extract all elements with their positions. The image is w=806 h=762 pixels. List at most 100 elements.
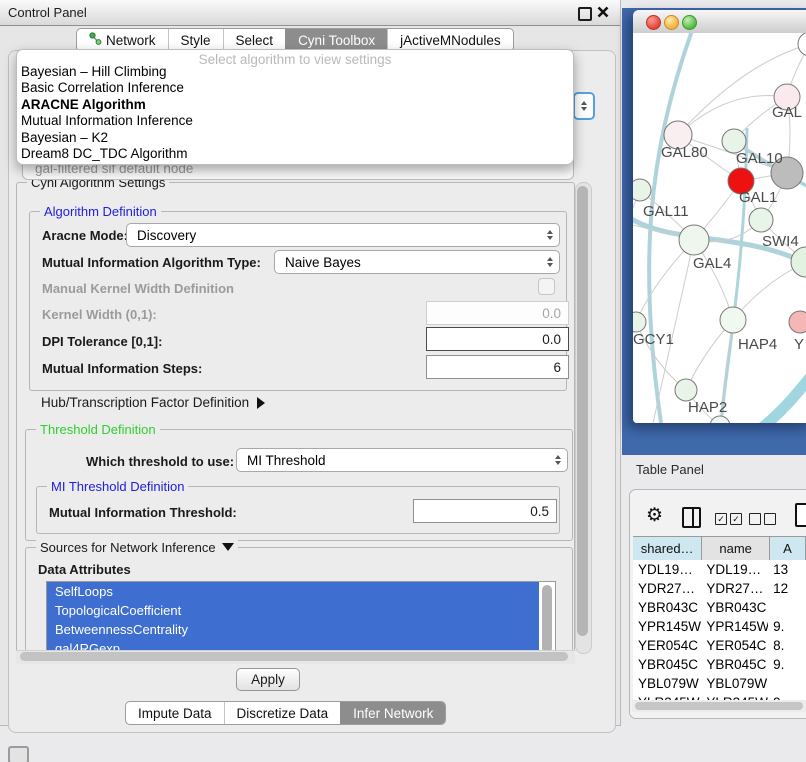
- sources-toggle[interactable]: Sources for Network Inference: [36, 540, 238, 555]
- table-cell: YDR27…: [633, 579, 701, 598]
- settings-vertical-scrollbar-thumb[interactable]: [577, 186, 588, 636]
- network-node-swi4[interactable]: [749, 208, 773, 232]
- data-attributes-label: Data Attributes: [38, 562, 131, 577]
- table-row[interactable]: YBR045CYBR045C9.: [633, 655, 806, 674]
- dpi-tolerance-label: DPI Tolerance [0,1]:: [42, 334, 162, 349]
- which-threshold-combobox[interactable]: MI Threshold: [236, 448, 568, 472]
- column-header[interactable]: shared…: [633, 537, 702, 560]
- network-node[interactable]: [798, 33, 806, 56]
- table-cell: YBR043C: [701, 598, 768, 617]
- sources-group: Sources for Network Inference Data Attri…: [25, 547, 573, 652]
- attributes-scrollbar[interactable]: [542, 585, 552, 653]
- table-cell: 12: [768, 579, 806, 598]
- node-label: GAL80: [661, 144, 708, 161]
- table-horizontal-scrollbar-thumb[interactable]: [635, 702, 803, 710]
- table-row[interactable]: YDL19…YDL19…13: [633, 560, 806, 579]
- table-panel-title: Table Panel: [636, 462, 704, 477]
- manual-kernel-checkbox[interactable]: [538, 278, 555, 295]
- aracne-mode-combobox[interactable]: Discovery: [126, 223, 560, 247]
- aracne-mode-value: Discovery: [127, 228, 541, 243]
- node-label: GAL10: [736, 150, 783, 167]
- attribute-list-item[interactable]: BetweennessCentrality: [47, 620, 539, 639]
- node-label: SWI4: [762, 233, 799, 250]
- mi-threshold-title: MI Threshold Definition: [47, 479, 188, 494]
- tab-impute-data[interactable]: Impute Data: [126, 702, 224, 724]
- attribute-list-item[interactable]: SelfLoops: [47, 582, 539, 601]
- mi-type-value: Naive Bayes: [275, 255, 541, 270]
- algorithm-option[interactable]: Mutual Information Inference: [21, 113, 569, 129]
- collapsed-arrow-icon: [257, 397, 265, 409]
- tab-label: Cyni Toolbox: [298, 33, 375, 48]
- network-node-gal11[interactable]: [633, 179, 651, 201]
- panel-title: Control Panel: [8, 5, 87, 20]
- tab-cyni-toolbox[interactable]: Cyni Toolbox: [285, 29, 387, 51]
- tab-discretize-data[interactable]: Discretize Data: [224, 702, 341, 724]
- attribute-list-item[interactable]: TopologicalCoefficient: [47, 601, 539, 620]
- network-node-gal4[interactable]: [679, 225, 709, 255]
- select-all-checkboxes-icon[interactable]: ✓✓: [715, 513, 742, 525]
- column-header[interactable]: name: [702, 537, 770, 560]
- hub-section-label: Hub/Transcription Factor Definition: [41, 395, 249, 410]
- tab-select[interactable]: Select: [223, 29, 286, 51]
- table-row[interactable]: YER054CYER054C8.: [633, 636, 806, 655]
- tab-network[interactable]: Network: [77, 29, 168, 51]
- minimized-panel-grip[interactable]: [8, 746, 29, 762]
- settings-horizontal-scrollbar-thumb[interactable]: [20, 652, 568, 661]
- node-label: GAL: [772, 104, 802, 121]
- table-cell: 13: [768, 560, 806, 579]
- dpi-tolerance-field[interactable]: 0.0: [426, 327, 569, 351]
- columns-icon[interactable]: [682, 507, 701, 528]
- table-row[interactable]: YBR043CYBR043C: [633, 598, 806, 617]
- network-node-hap4[interactable]: [720, 307, 746, 333]
- table-cell: YDL19…: [701, 560, 768, 579]
- tab-label: Network: [106, 33, 156, 48]
- table-row[interactable]: YLR345WYLR345W9.: [633, 693, 806, 700]
- deselect-all-checkboxes-icon[interactable]: [749, 513, 776, 525]
- control-panel-titlebar[interactable]: Control Panel: [0, 0, 620, 26]
- algorithm-option[interactable]: Bayesian – Hill Climbing: [21, 64, 569, 80]
- algorithm-option[interactable]: Bayesian – K2: [21, 130, 569, 146]
- network-window-titlebar[interactable]: [633, 10, 806, 34]
- table-cell: YBR045C: [701, 655, 768, 674]
- network-canvas[interactable]: GALGAL80GAL10GAL1GAL11SWI4GAL4GCY1HAP4YH…: [633, 33, 806, 423]
- tab-jactivemnodules[interactable]: jActiveMNodules: [387, 29, 513, 51]
- algorithm-option[interactable]: Basic Correlation Inference: [21, 80, 569, 96]
- algorithm-definition-title: Algorithm Definition: [40, 204, 161, 219]
- algorithm-option[interactable]: Dream8 DC_TDC Algorithm: [21, 146, 569, 162]
- tab-infer-network[interactable]: Infer Network: [340, 702, 445, 724]
- gear-icon[interactable]: ⚙: [646, 506, 663, 525]
- node-label: GCY1: [633, 331, 674, 348]
- minimize-window-icon[interactable]: [664, 15, 679, 30]
- mi-steps-field[interactable]: 6: [426, 355, 569, 379]
- float-panel-icon[interactable]: [578, 7, 592, 21]
- which-threshold-value: MI Threshold: [237, 453, 549, 468]
- new-document-icon[interactable]: [795, 503, 806, 527]
- kernel-width-field[interactable]: 0.0: [426, 301, 569, 325]
- stepper-down-icon: [581, 107, 587, 111]
- tab-style[interactable]: Style: [168, 29, 223, 51]
- table-cell: YBR043C: [633, 598, 701, 617]
- expanded-arrow-icon: [222, 543, 234, 551]
- network-node-y[interactable]: [789, 311, 806, 333]
- algorithm-combobox-stepper[interactable]: [573, 92, 595, 120]
- apply-button[interactable]: Apply: [236, 668, 300, 691]
- algorithm-option[interactable]: ARACNE Algorithm: [21, 97, 569, 113]
- close-window-icon[interactable]: [646, 15, 661, 30]
- network-node[interactable]: [710, 416, 730, 423]
- bottom-tab-bar: Impute DataDiscretize DataInfer Network: [125, 701, 446, 725]
- network-node-gcy1[interactable]: [633, 312, 646, 332]
- table-row[interactable]: YDR27…YDR27…12: [633, 579, 806, 598]
- node-label: HAP4: [738, 336, 777, 353]
- column-header[interactable]: A: [770, 537, 806, 560]
- close-icon[interactable]: [597, 6, 609, 18]
- table-cell: YBL079W: [633, 674, 701, 693]
- table-row[interactable]: YBL079WYBL079W: [633, 674, 806, 693]
- hub-section-toggle[interactable]: Hub/Transcription Factor Definition: [41, 395, 265, 410]
- zoom-window-icon[interactable]: [682, 15, 697, 30]
- mi-type-combobox[interactable]: Naive Bayes: [274, 250, 560, 274]
- network-node-hap2[interactable]: [675, 379, 697, 401]
- algorithm-dropdown: Select algorithm to view settings Bayesi…: [16, 49, 574, 165]
- combo-arrows-icon: [541, 230, 559, 240]
- table-row[interactable]: YPR145WYPR145W9.: [633, 617, 806, 636]
- mi-threshold-field[interactable]: 0.5: [413, 499, 557, 523]
